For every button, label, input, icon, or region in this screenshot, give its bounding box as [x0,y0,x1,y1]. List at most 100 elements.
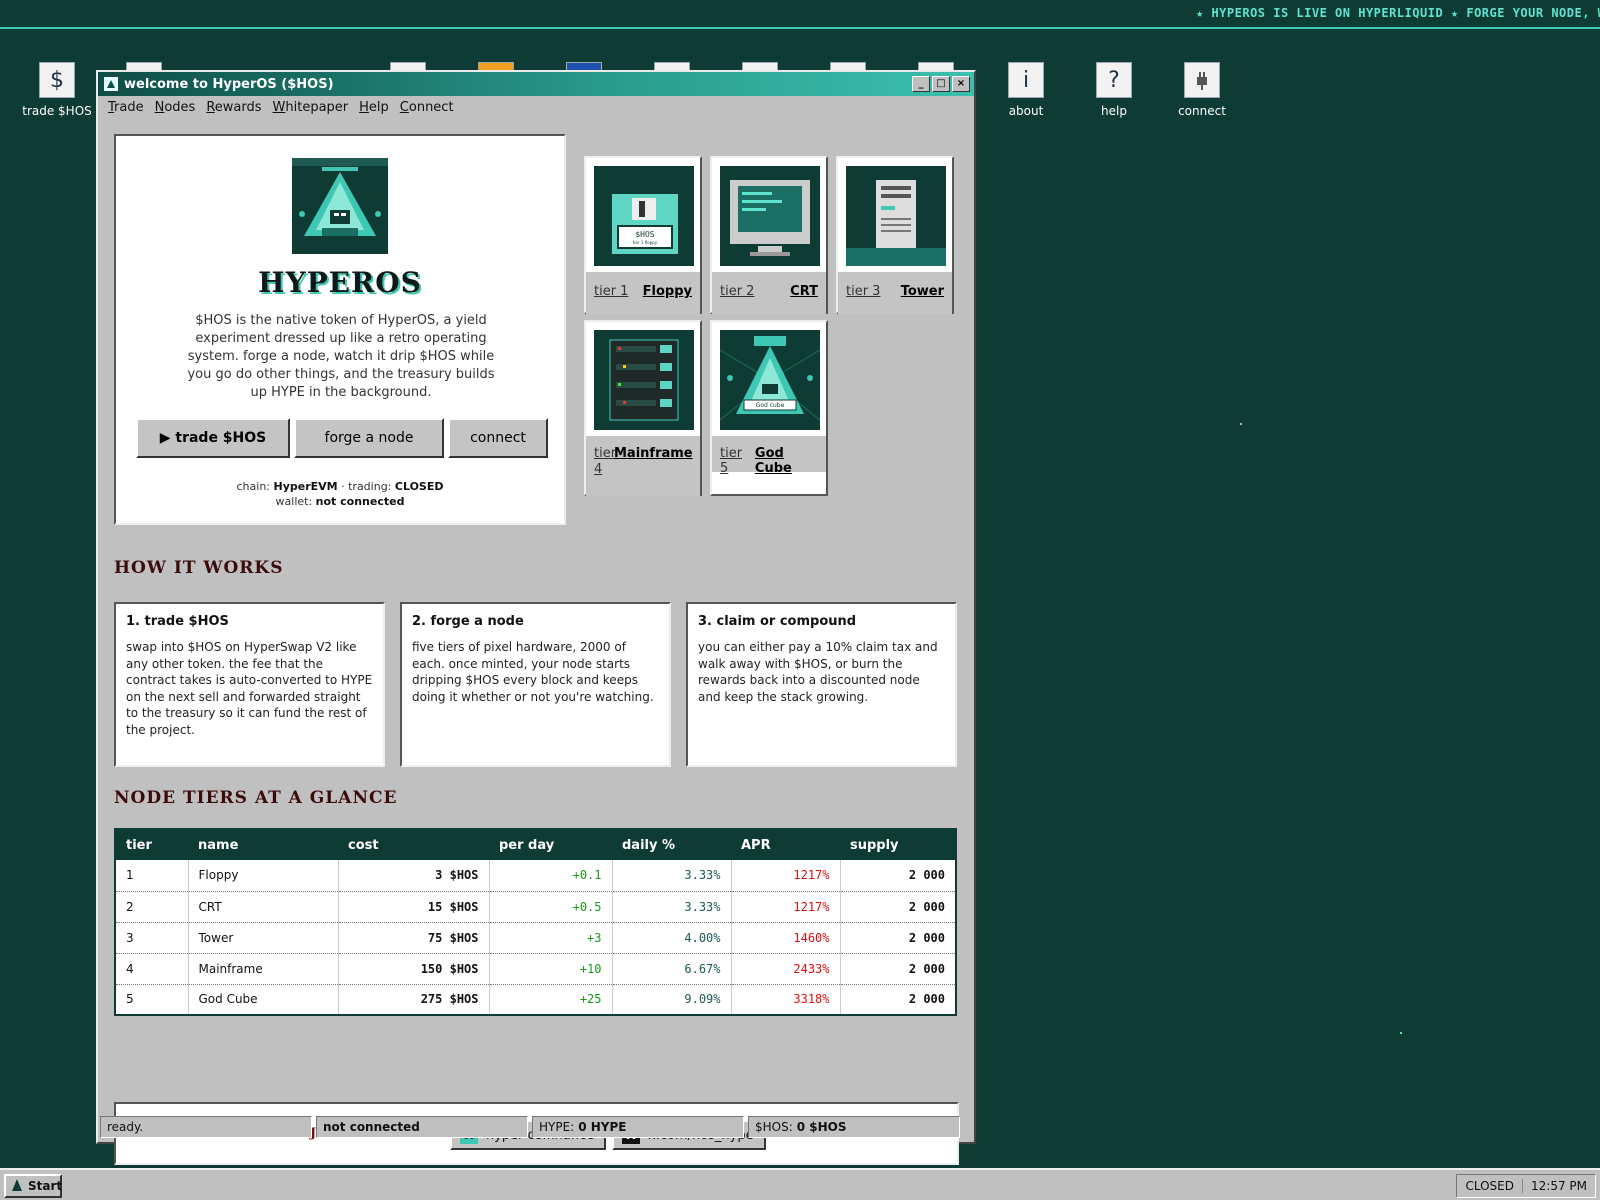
trading-label: · trading: [341,480,392,493]
chain-value: HyperEVM [273,480,338,493]
tier-card-footer: tier 2 CRT [712,272,826,314]
name-cell: Mainframe [188,953,339,985]
tier-card-crt[interactable]: tier 2 CRT [710,156,828,314]
cost-cell: 15 $HOS [338,891,490,923]
floppy-sublabel: tier 1 floppy [633,240,658,245]
name-cell: Floppy [188,860,339,892]
column-header: per day [489,829,612,860]
cost-cell: 275 $HOS [338,984,490,1016]
tier-card-footer: tier 3 Tower [838,272,952,314]
table-header-row: tier name cost per day daily % APR suppl… [115,829,956,860]
supply-cell: 2 000 [840,860,957,892]
start-label: Start [28,1179,63,1193]
app-icon [104,77,118,91]
wallet-status: not connected [315,495,405,508]
table-row: 1 Floppy 3 $HOS +0.1 3.33% 1217% 2 000 [115,860,957,892]
menu-connect[interactable]: Connect [396,100,461,115]
how-it-works-heading: HOW IT WORKS [114,558,284,578]
hero-panel: HYPEROS $HOS is the native token of Hype… [114,134,566,525]
forge-node-button[interactable]: forge a node [294,418,444,458]
mainframe-image [594,330,694,430]
tier-name[interactable]: CRT [790,284,818,299]
desktop-icon-about[interactable]: i about [981,62,1071,118]
hero-description: $HOS is the native token of HyperOS, a y… [187,313,495,400]
dollar-icon: $ [39,62,75,98]
tier-card-footer: tier 5 God Cube [712,436,826,476]
per-day-cell: +10 [489,953,613,985]
window-titlebar[interactable]: welcome to HyperOS ($HOS) _ □ × [98,72,974,96]
cost-cell: 150 $HOS [338,953,490,985]
menu-nodes[interactable]: Nodes [151,100,203,115]
daily-cell: 9.09% [612,984,732,1016]
tier-name[interactable]: Mainframe [614,446,693,462]
tower-image [846,166,946,266]
menu-help[interactable]: Help [355,100,396,115]
tier-card-footer: tier 1 Floppy [586,272,700,314]
tier-name[interactable]: God Cube [755,446,818,476]
hype-label: HYPE: [539,1120,575,1134]
god-cube-label: God cube [756,402,785,409]
per-day-cell: +3 [489,922,613,954]
start-button[interactable]: Start [4,1174,62,1198]
minimize-button[interactable]: _ [912,76,930,92]
desktop-icon-label: trade $HOS [22,104,92,118]
desktop-icon-label: help [1101,104,1127,118]
node-tiers-table: tier name cost per day daily % APR suppl… [114,828,957,1016]
daily-cell: 3.33% [612,860,732,892]
menu-trade[interactable]: Trade [104,100,151,115]
desktop-icon-connect[interactable]: connect [1157,62,1247,118]
tier-card-god-cube[interactable]: God cube tier 5 God Cube [710,320,828,496]
question-icon: ? [1096,62,1132,98]
plug-icon [1184,62,1220,98]
column-header: tier [115,829,188,860]
floppy-image: $HOS tier 1 floppy [594,166,694,266]
window-title: welcome to HyperOS ($HOS) [124,76,334,92]
trade-button[interactable]: ▶ trade $HOS [136,418,290,458]
connect-button[interactable]: connect [448,418,548,458]
main-window: welcome to HyperOS ($HOS) _ □ × Trade No… [96,70,976,1165]
table-row: 3 Tower 75 $HOS +3 4.00% 1460% 2 000 [115,922,957,954]
menubar: Trade Nodes Rewards Whitepaper Help Conn… [98,96,974,118]
apr-cell: 1217% [731,860,841,892]
apr-cell: 1217% [731,891,841,923]
menu-rewards[interactable]: Rewards [202,100,268,115]
step-card: 3. claim or compound you can either pay … [686,602,957,767]
desktop-icon-trade[interactable]: $ trade $HOS [12,62,102,118]
column-header: supply [840,829,956,860]
desktop-icon-help[interactable]: ? help [1069,62,1159,118]
tier-card-mainframe[interactable]: tier 4 Mainframe [584,320,702,496]
menu-whitepaper[interactable]: Whitepaper [269,100,356,115]
step-body: five tiers of pixel hardware, 2000 of ea… [412,640,654,704]
daily-cell: 3.33% [612,891,732,923]
tier-number: tier 2 [720,284,755,299]
per-day-cell: +25 [489,984,613,1016]
tier-card-floppy[interactable]: $HOS tier 1 floppy tier 1 Floppy [584,156,702,314]
daily-cell: 4.00% [612,922,732,954]
tier-cell: 5 [115,984,189,1016]
step-body: you can either pay a 10% claim tax and w… [698,640,938,704]
tier-card-tower[interactable]: tier 3 Tower [836,156,954,314]
tier-cell: 3 [115,922,189,954]
node-tiers-heading: NODE TIERS AT A GLANCE [114,788,398,808]
step-card: 1. trade $HOS swap into $HOS on HyperSwa… [114,602,385,767]
status-hos: $HOS: 0 $HOS [748,1116,960,1138]
tier-cell: 1 [115,860,189,892]
status-wallet: not connected [316,1116,528,1138]
hos-label: $HOS: [755,1120,793,1134]
apr-cell: 3318% [731,984,841,1016]
hyperos-logo [292,158,388,254]
step-body: swap into $HOS on HyperSwap V2 like any … [126,640,373,737]
maximize-button[interactable]: □ [932,76,950,92]
tray-clock: 12:57 PM [1522,1179,1595,1193]
close-button[interactable]: × [952,76,970,92]
status-ready: ready. [100,1116,312,1138]
step-title: 2. forge a node [412,614,524,629]
crt-image [720,166,820,266]
start-icon [12,1178,22,1194]
daily-cell: 6.67% [612,953,732,985]
step-card: 2. forge a node five tiers of pixel hard… [400,602,671,767]
name-cell: God Cube [188,984,339,1016]
tier-name[interactable]: Tower [901,284,944,299]
desktop-icon-label: about [1008,104,1044,118]
tier-name[interactable]: Floppy [643,284,692,299]
